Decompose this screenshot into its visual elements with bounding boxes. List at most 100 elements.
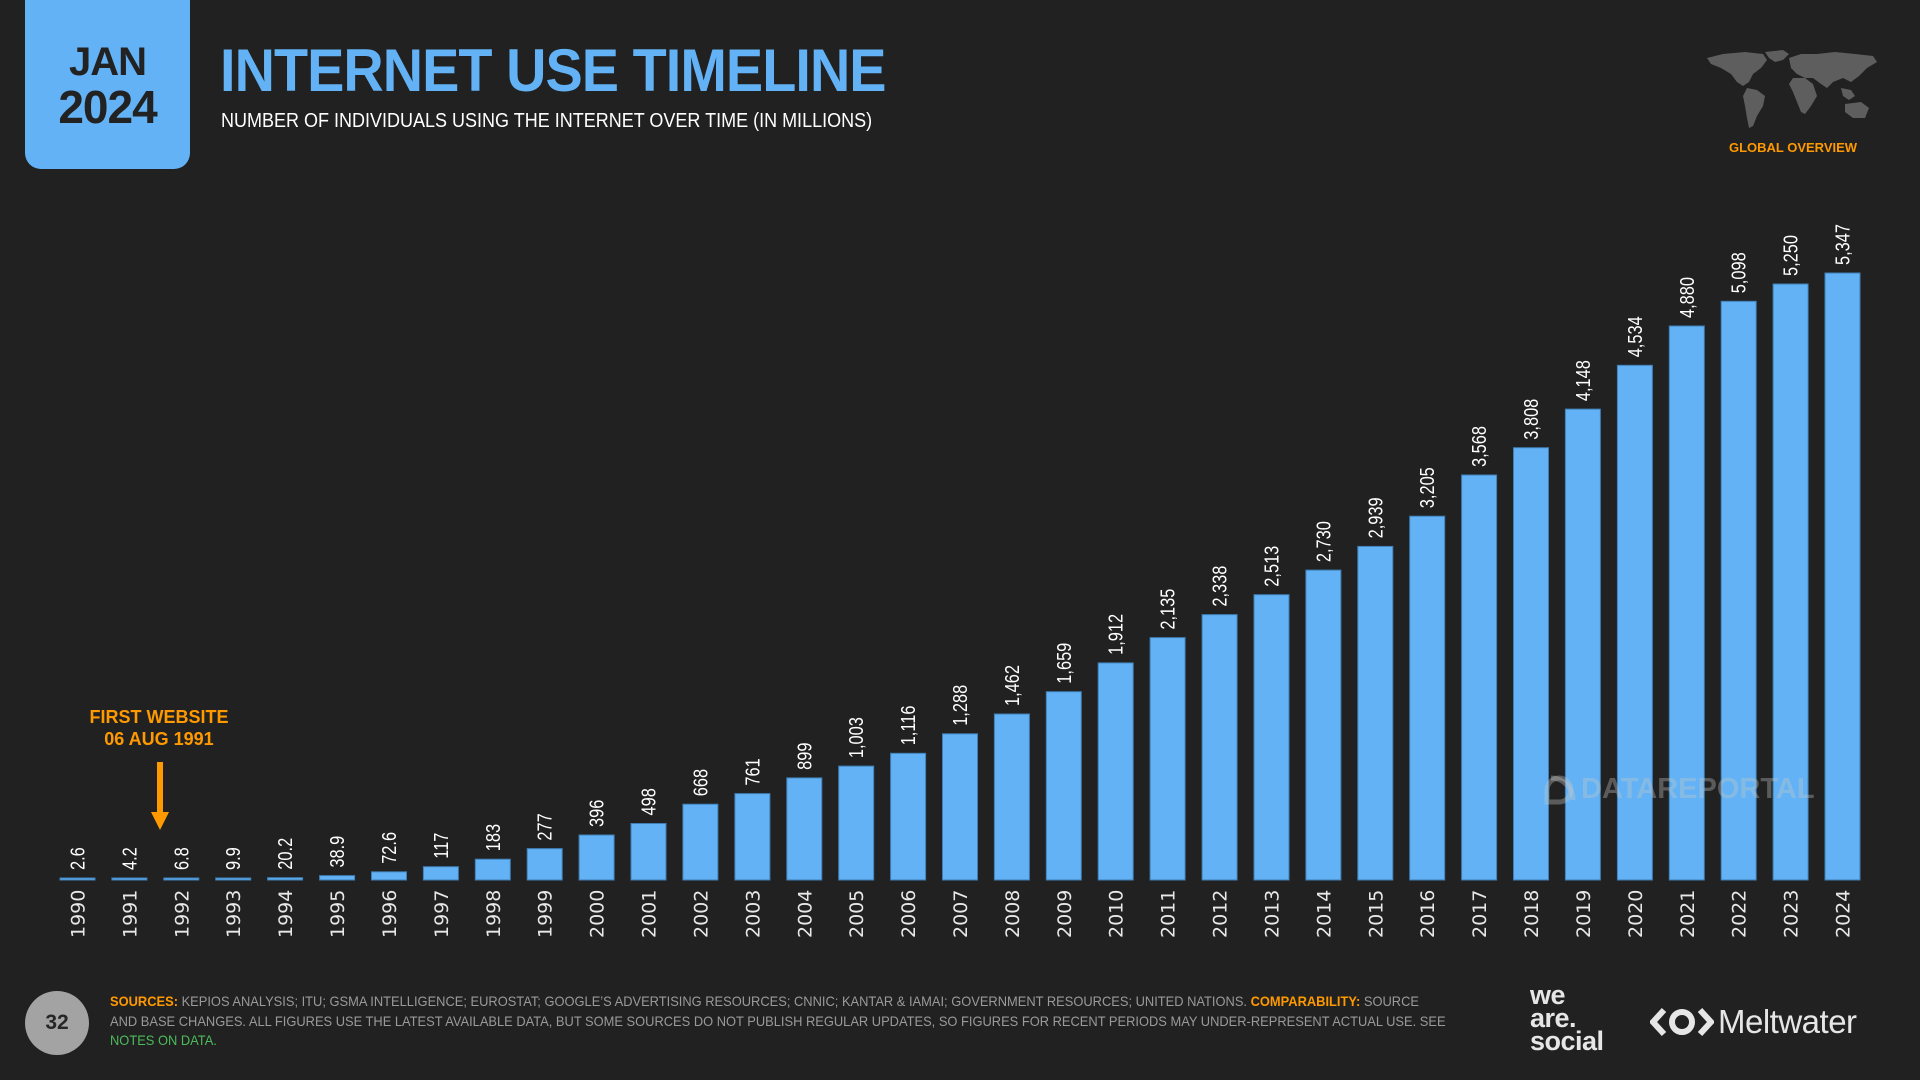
year-label-2001: 2001: [639, 890, 661, 938]
value-label-1996: 72.6: [377, 832, 400, 864]
year-label-2006: 2006: [898, 890, 920, 938]
year-label-2019: 2019: [1573, 890, 1595, 938]
bar-1993: [215, 877, 252, 881]
arrow-down-icon: [151, 762, 169, 830]
value-label-1993: 9.9: [222, 847, 245, 870]
value-label-2022: 5,098: [1727, 252, 1750, 293]
value-label-1999: 277: [533, 813, 556, 840]
value-label-1991: 4.2: [118, 847, 141, 870]
footer-notes: SOURCES: KEPIOS ANALYSIS; ITU; GSMA INTE…: [110, 992, 1510, 1051]
value-label-2021: 4,880: [1675, 277, 1698, 318]
bar-2015: [1357, 545, 1394, 881]
bar-chart: 2.6 4.2 6.8 9.9 20.2 38.9 72.6 117 183 277 396 498 6…: [59, 224, 1861, 938]
value-label-2019: 4,148: [1571, 360, 1594, 401]
page-number: 32: [25, 991, 89, 1055]
bar-1994: [267, 877, 304, 881]
bar-2011: [1149, 637, 1186, 881]
value-label-2017: 3,568: [1468, 426, 1491, 467]
bar-2012: [1201, 614, 1238, 881]
value-label-2014: 2,730: [1312, 521, 1335, 562]
bar-2010: [1097, 662, 1134, 881]
year-label-2022: 2022: [1729, 890, 1751, 938]
year-label-2018: 2018: [1521, 890, 1543, 938]
bar-2020: [1616, 364, 1653, 881]
logo-social: social: [1530, 1026, 1604, 1056]
bar-2024: [1824, 272, 1861, 881]
value-label-2002: 668: [689, 769, 712, 796]
year-label-2011: 2011: [1158, 890, 1180, 938]
year-label-2010: 2010: [1106, 890, 1128, 938]
notes-period: .: [213, 1032, 217, 1048]
year-label-1997: 1997: [431, 890, 453, 938]
value-label-2003: 761: [741, 758, 764, 785]
annotation-line-2: 06 AUG 1991: [104, 729, 214, 749]
value-label-1994: 20.2: [274, 838, 297, 870]
value-label-2004: 899: [793, 743, 816, 770]
year-label-1992: 1992: [171, 890, 193, 938]
bar-2000: [578, 834, 615, 881]
value-label-2018: 3,808: [1519, 399, 1542, 440]
bar-2001: [630, 823, 667, 881]
year-label-2013: 2013: [1262, 890, 1284, 938]
value-label-2024: 5,347: [1831, 224, 1854, 265]
meltwater-text: Meltwater: [1718, 1003, 1857, 1040]
value-label-2013: 2,513: [1260, 546, 1283, 587]
bar-1991: [111, 877, 148, 881]
bar-2005: [838, 765, 875, 881]
year-label-2012: 2012: [1210, 890, 1232, 938]
value-label-2000: 396: [585, 800, 608, 827]
value-label-2016: 3,205: [1416, 467, 1439, 508]
footer-line-2: AND BASE CHANGES. ALL FIGURES USE THE LA…: [110, 1012, 1446, 1029]
year-label-2005: 2005: [846, 890, 868, 938]
value-label-2001: 498: [637, 788, 660, 815]
bar-1998: [474, 858, 511, 881]
bar-2009: [1045, 691, 1082, 881]
bar-2016: [1409, 515, 1446, 881]
meltwater-logo: Meltwater: [1650, 1003, 1857, 1041]
bar-1999: [526, 848, 563, 881]
value-label-1995: 38.9: [326, 836, 349, 868]
notes-on-data-link[interactable]: NOTES ON DATA: [110, 1032, 213, 1048]
value-label-2023: 5,250: [1779, 235, 1802, 276]
value-label-2007: 1,288: [948, 685, 971, 726]
value-label-2008: 1,462: [1000, 665, 1023, 706]
year-label-1993: 1993: [223, 890, 245, 938]
sources-label: SOURCES:: [110, 993, 178, 1009]
year-label-2021: 2021: [1677, 890, 1699, 938]
year-label-2024: 2024: [1833, 890, 1855, 938]
bar-1992: [163, 877, 200, 881]
year-label-2017: 2017: [1469, 890, 1491, 938]
bar-2018: [1513, 447, 1549, 881]
year-label-2002: 2002: [690, 890, 712, 938]
year-label-2003: 2003: [742, 890, 764, 938]
year-label-1998: 1998: [483, 890, 505, 938]
value-label-2015: 2,939: [1364, 497, 1387, 538]
year-label-1999: 1999: [535, 890, 557, 938]
bar-2021: [1668, 325, 1705, 881]
year-label-1996: 1996: [379, 890, 401, 938]
value-label-2005: 1,003: [845, 717, 868, 758]
value-label-2011: 2,135: [1156, 589, 1179, 630]
year-label-1994: 1994: [275, 890, 297, 938]
value-label-1990: 2.6: [66, 847, 89, 870]
bar-2013: [1253, 594, 1290, 881]
year-label-1995: 1995: [327, 890, 349, 938]
bar-2004: [786, 777, 823, 881]
year-label-2014: 2014: [1313, 890, 1335, 938]
year-label-2020: 2020: [1625, 890, 1647, 938]
bar-2023: [1772, 283, 1809, 881]
value-label-2009: 1,659: [1052, 643, 1075, 684]
bar-2003: [734, 793, 771, 881]
year-label-2015: 2015: [1365, 890, 1387, 938]
value-label-2006: 1,116: [897, 706, 920, 746]
bar-2007: [942, 733, 978, 881]
bar-2019: [1564, 408, 1601, 881]
bar-2017: [1461, 474, 1498, 881]
year-label-1991: 1991: [119, 890, 141, 938]
bar-2014: [1305, 569, 1342, 881]
year-label-2008: 2008: [1002, 890, 1024, 938]
value-label-1998: 183: [481, 824, 504, 851]
bar-1997: [422, 866, 459, 881]
bar-1995: [319, 875, 356, 881]
year-label-2009: 2009: [1054, 890, 1076, 938]
